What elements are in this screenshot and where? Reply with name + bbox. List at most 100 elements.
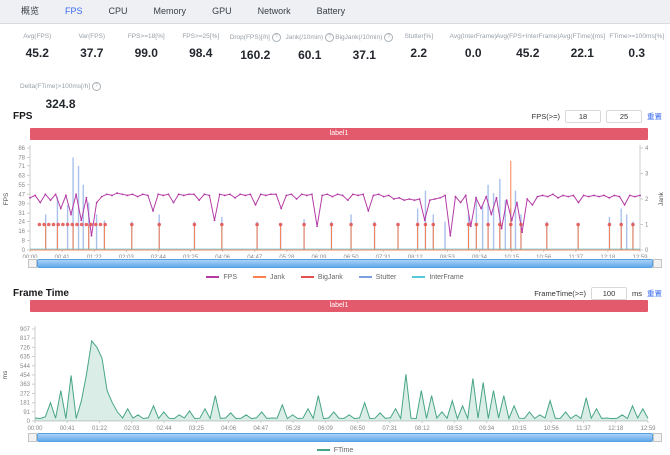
ftime-unit-label: ms <box>632 289 642 298</box>
stat-label: Stutter[%] <box>392 33 447 40</box>
stat-label: Avg(FPS+InterFrame) <box>501 33 556 40</box>
ftime-scrollbar-right-handle[interactable] <box>653 433 662 442</box>
ftime-scrollbar-track[interactable] <box>37 433 653 442</box>
stat: Delta(FTime)>100ms[/h]324.8 <box>20 82 101 111</box>
frame-time-section-header: Frame Time FrameTime(>=) ms 重置 <box>13 285 662 301</box>
legend-item-bigjank[interactable]: BigJank <box>301 274 343 281</box>
fps-filter-controls: FPS(>=) 重置 <box>532 110 662 123</box>
tab-概览[interactable]: 概览 <box>8 0 52 23</box>
stat: Stutter[%]2.2 <box>392 33 447 62</box>
svg-text:03:25: 03:25 <box>183 255 199 258</box>
stat-label: Avg(FTime)[ms] <box>555 33 610 40</box>
frame-time-section-title: Frame Time <box>13 288 69 299</box>
svg-text:12:59: 12:59 <box>640 426 656 432</box>
svg-text:10:56: 10:56 <box>544 426 560 432</box>
svg-text:726: 726 <box>20 345 31 351</box>
stat-value: 0.0 <box>446 46 501 60</box>
svg-text:01:22: 01:22 <box>87 255 103 258</box>
svg-text:02:44: 02:44 <box>151 255 167 258</box>
svg-text:0: 0 <box>27 419 31 425</box>
fps-scrollbar-track[interactable] <box>37 259 653 268</box>
svg-text:181: 181 <box>20 401 31 407</box>
svg-text:01:22: 01:22 <box>92 426 108 432</box>
legend-item-ftime[interactable]: FTime <box>317 447 354 454</box>
stat-label: BigJank(/10min) <box>337 33 392 42</box>
stat-value: 160.2 <box>228 48 283 62</box>
tab-Network[interactable]: Network <box>245 0 304 23</box>
svg-text:00:00: 00:00 <box>27 426 43 432</box>
fps-chart-legend: FPS Jank BigJank Stutter InterFrame <box>0 271 670 283</box>
stat-label: Var(FPS) <box>65 33 120 40</box>
info-icon[interactable] <box>92 82 101 91</box>
stat-label: Delta(FTime)>100ms[/h] <box>20 82 101 91</box>
tab-FPS[interactable]: FPS <box>52 0 96 23</box>
tab-GPU[interactable]: GPU <box>199 0 245 23</box>
svg-text:FPS: FPS <box>3 192 10 205</box>
stat-label: FTime>=100ms[%] <box>610 33 665 40</box>
fps-max-input[interactable] <box>606 110 642 123</box>
svg-text:ms: ms <box>2 370 9 379</box>
svg-text:12:59: 12:59 <box>632 255 648 258</box>
svg-text:00:00: 00:00 <box>22 255 38 258</box>
svg-text:12:18: 12:18 <box>608 426 624 432</box>
ftime-threshold-input[interactable] <box>591 287 627 300</box>
stat-value: 37.1 <box>337 48 392 62</box>
tab-CPU[interactable]: CPU <box>96 0 141 23</box>
legend-dash <box>206 276 219 278</box>
legend-dash <box>253 276 266 278</box>
stat: FPS>=25[%]98.4 <box>174 33 229 62</box>
svg-text:00:41: 00:41 <box>55 255 71 258</box>
tab-Battery[interactable]: Battery <box>304 0 359 23</box>
svg-text:04:06: 04:06 <box>215 255 231 258</box>
ftime-reset-link[interactable]: 重置 <box>647 288 662 299</box>
legend-item-fps[interactable]: FPS <box>206 274 237 281</box>
info-icon[interactable] <box>272 33 281 42</box>
legend-item-stutter[interactable]: Stutter <box>359 274 397 281</box>
fps-reset-link[interactable]: 重置 <box>647 111 662 122</box>
legend-dash <box>301 276 314 278</box>
ftime-scrollbar-left-handle[interactable] <box>28 433 37 442</box>
stat: Avg(FTime)[ms] 22.1 <box>555 33 610 62</box>
fps-min-input[interactable] <box>565 110 601 123</box>
stat-value: 22.1 <box>555 46 610 60</box>
stat-label: FPS>=18[%] <box>119 33 174 40</box>
svg-text:363: 363 <box>20 382 31 388</box>
svg-text:06:50: 06:50 <box>350 426 366 432</box>
svg-text:3: 3 <box>645 172 649 178</box>
svg-text:02:44: 02:44 <box>157 426 173 432</box>
legend-dash <box>317 449 330 451</box>
tab-Memory[interactable]: Memory <box>141 0 200 23</box>
fps-chart-banner: label1 <box>30 128 648 140</box>
svg-text:71: 71 <box>18 164 25 170</box>
svg-text:10:15: 10:15 <box>511 426 527 432</box>
stat-label: Drop(FPS)[/h] <box>228 33 283 42</box>
svg-text:05:28: 05:28 <box>279 255 295 258</box>
svg-text:10:56: 10:56 <box>536 255 552 258</box>
legend-item-interframe[interactable]: InterFrame <box>412 274 463 281</box>
svg-text:06:09: 06:09 <box>311 255 327 258</box>
legend-item-jank[interactable]: Jank <box>253 274 285 281</box>
svg-text:39: 39 <box>18 202 25 208</box>
stat-label: Avg(FPS) <box>10 33 65 40</box>
fps-chart-scrollbar[interactable] <box>28 259 662 268</box>
svg-text:02:03: 02:03 <box>119 255 135 258</box>
frame-time-chart-legend: FTime <box>0 444 670 455</box>
info-icon[interactable] <box>325 33 334 42</box>
svg-text:06:50: 06:50 <box>344 255 360 258</box>
frame-time-chart-scrollbar[interactable] <box>28 433 662 442</box>
frame-time-chart: 09118127236345454463572681790700:0000:41… <box>0 316 670 432</box>
fps-section-header: FPS FPS(>=) 重置 <box>13 108 662 124</box>
fps-scrollbar-left-handle[interactable] <box>28 259 37 268</box>
svg-text:635: 635 <box>20 355 31 361</box>
fps-scrollbar-right-handle[interactable] <box>653 259 662 268</box>
svg-text:31: 31 <box>18 211 25 217</box>
svg-text:78: 78 <box>18 155 25 161</box>
svg-text:04:47: 04:47 <box>253 426 269 432</box>
svg-text:02:03: 02:03 <box>124 426 140 432</box>
svg-text:08:53: 08:53 <box>447 426 463 432</box>
svg-text:00:41: 00:41 <box>60 426 76 432</box>
svg-text:63: 63 <box>18 173 25 179</box>
svg-text:04:06: 04:06 <box>221 426 237 432</box>
stat: Avg(FPS+InterFrame)45.2 <box>501 33 556 62</box>
svg-text:4: 4 <box>645 146 649 152</box>
